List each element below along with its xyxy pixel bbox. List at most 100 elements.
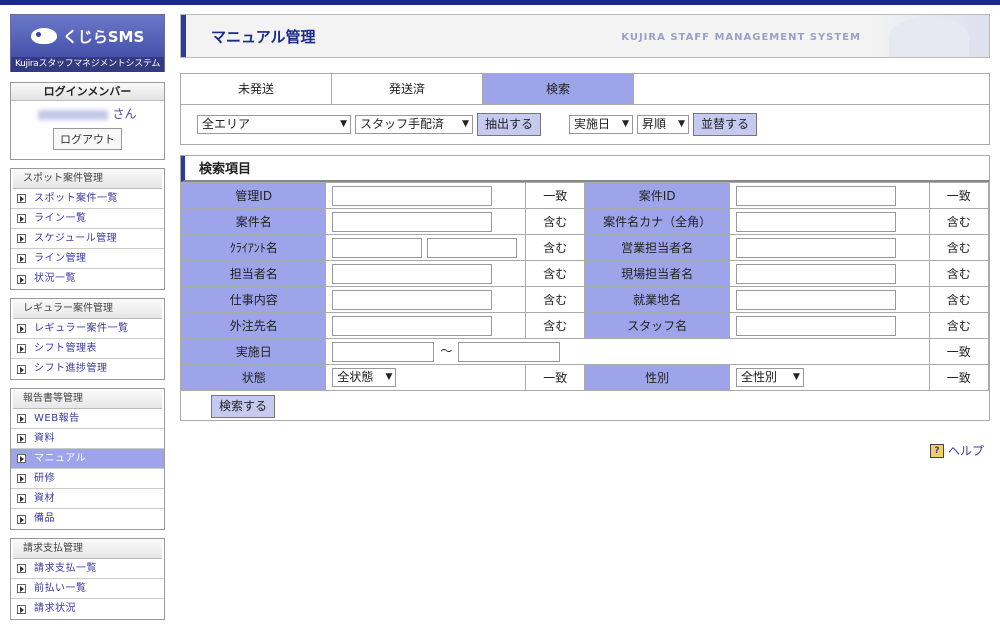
state-select[interactable]: 全状態 ▼	[332, 368, 397, 387]
text-input[interactable]	[735, 211, 896, 232]
field-input-cell	[728, 312, 930, 339]
search-row: 管理ID 一致 案件ID 一致	[180, 182, 990, 209]
user-suffix: さん	[112, 107, 137, 121]
sidebar-item-label: 請求支払一覧	[34, 562, 97, 574]
field-label: 管理ID	[180, 182, 327, 209]
top-bar	[0, 0, 1000, 5]
menu-group-title: レギュラー案件管理	[13, 299, 162, 319]
field-input-cell	[728, 286, 930, 313]
arrow-right-icon	[17, 364, 26, 374]
field-label: 外注先名	[180, 312, 327, 339]
sidebar-item[interactable]: ライン一覧	[11, 209, 164, 229]
field-input-cell	[728, 234, 930, 261]
text-input[interactable]	[735, 263, 896, 284]
text-input[interactable]	[735, 237, 896, 258]
sidebar-item[interactable]: レギュラー案件一覧	[11, 319, 164, 339]
sidebar: くじらSMS Kujiraスタッフマネジメントシステム ログインメンバー さん …	[10, 14, 165, 620]
sidebar-item-label: シフト管理表	[34, 342, 97, 354]
dropdown-arrow-icon: ▼	[385, 372, 393, 382]
sidebar-item[interactable]: 資料	[11, 429, 164, 449]
sidebar-item[interactable]: 備品	[11, 509, 164, 529]
sidebar-item[interactable]: マニュアル	[11, 449, 164, 469]
arrow-right-icon	[17, 274, 26, 284]
help-link[interactable]: ? ヘルプ	[929, 442, 984, 459]
state-select-value: 全状態	[337, 370, 374, 384]
text-input[interactable]	[332, 237, 423, 258]
field-input-cell	[325, 234, 526, 261]
gender-select-cell: 全性別 ▼	[728, 364, 930, 391]
text-input[interactable]	[332, 315, 493, 336]
tab-unsent[interactable]: 未発送	[181, 74, 332, 104]
arrow-right-icon	[17, 584, 26, 593]
sidebar-item[interactable]: 請求状況	[11, 599, 164, 619]
search-row: ｸﾗｲｱﾝﾄ名 含む 営業担当者名 含む	[180, 234, 990, 261]
match-mode: 含む	[928, 234, 990, 261]
match-mode: 含む	[524, 260, 586, 287]
sidebar-item-label: ライン一覧	[34, 212, 87, 224]
text-input[interactable]	[735, 315, 896, 336]
sort-order-select[interactable]: 昇順 ▼	[637, 115, 690, 134]
search-row-date: 実施日 ～ 一致	[180, 338, 990, 365]
system-name: KUJIRA STAFF MANAGEMENT SYSTEM	[621, 32, 861, 43]
text-input[interactable]	[332, 341, 435, 362]
text-input[interactable]	[332, 185, 493, 206]
sidebar-item[interactable]: WEB報告	[11, 409, 164, 429]
field-label: ｸﾗｲｱﾝﾄ名	[180, 234, 327, 261]
extract-button[interactable]: 抽出する	[477, 113, 542, 136]
sidebar-item[interactable]: ライン管理	[11, 249, 164, 269]
text-input[interactable]	[427, 237, 518, 258]
arrow-right-icon	[17, 604, 26, 614]
match-mode: 含む	[928, 312, 990, 339]
text-input[interactable]	[332, 211, 493, 232]
sidebar-item[interactable]: 請求支払一覧	[11, 559, 164, 579]
search-row: 外注先名 含む スタッフ名 含む	[180, 312, 990, 339]
sort-button[interactable]: 並替する	[693, 113, 758, 136]
text-input[interactable]	[332, 289, 493, 310]
field-input-cell	[325, 286, 526, 313]
sidebar-item[interactable]: スケジュール管理	[11, 229, 164, 249]
sidebar-item[interactable]: 状況一覧	[11, 269, 164, 289]
field-label: 仕事内容	[180, 286, 327, 313]
text-input[interactable]	[332, 263, 493, 284]
field-input-cell	[728, 260, 930, 287]
help-icon: ?	[929, 443, 944, 458]
date-range-cell: ～	[325, 338, 930, 365]
field-label: 就業地名	[584, 286, 730, 313]
sidebar-item[interactable]: シフト管理表	[11, 339, 164, 359]
sidebar-item[interactable]: 前払い一覧	[11, 579, 164, 599]
text-input[interactable]	[458, 341, 561, 362]
sidebar-menu: スポット案件管理 スポット案件一覧 ライン一覧 スケジュール管理 ライン管理 状況一覧 レギ…	[10, 168, 165, 620]
field-label: 営業担当者名	[584, 234, 730, 261]
search-button[interactable]: 検索する	[211, 395, 276, 418]
arrow-right-icon	[17, 514, 26, 524]
page-title: マニュアル管理	[211, 28, 316, 46]
field-input-cell	[325, 260, 526, 287]
sidebar-item[interactable]: 研修	[11, 469, 164, 489]
sidebar-item[interactable]: スポット案件一覧	[11, 189, 164, 209]
menu-group: レギュラー案件管理レギュラー案件一覧 シフト管理表シフト進捗管理	[10, 298, 165, 380]
arrow-right-icon	[17, 414, 26, 423]
text-input[interactable]	[735, 289, 896, 310]
logout-button[interactable]: ログアウト	[53, 128, 122, 150]
logo[interactable]: くじらSMS Kujiraスタッフマネジメントシステム	[10, 14, 165, 72]
search-row-state: 状態 全状態 ▼ 一致 性別 全性別 ▼ 一致	[180, 364, 990, 391]
gender-select-value: 全性別	[740, 370, 777, 384]
sort-key-select[interactable]: 実施日 ▼	[569, 115, 634, 134]
staff-status-select[interactable]: スタッフ手配済 ▼	[355, 115, 473, 134]
tab-sent[interactable]: 発送済	[332, 74, 483, 104]
sidebar-item[interactable]: シフト進捗管理	[11, 359, 164, 379]
sidebar-item-label: レギュラー案件一覧	[34, 322, 129, 334]
tab-search[interactable]: 検索	[483, 74, 634, 104]
sidebar-item-label: 資料	[34, 432, 55, 444]
field-input-cell	[325, 208, 526, 235]
arrow-right-icon	[17, 344, 26, 353]
text-input[interactable]	[735, 185, 896, 206]
area-select[interactable]: 全エリア ▼	[197, 115, 351, 134]
menu-group: 報告書等管理 WEB報告 資料 マニュアル 研修 資材 備品	[10, 388, 165, 530]
arrow-right-icon	[17, 434, 26, 443]
match-mode: 含む	[524, 208, 586, 235]
sidebar-item-label: 状況一覧	[34, 273, 76, 284]
field-input-cell	[325, 312, 526, 339]
sidebar-item[interactable]: 資材	[11, 489, 164, 509]
gender-select[interactable]: 全性別 ▼	[735, 368, 804, 387]
